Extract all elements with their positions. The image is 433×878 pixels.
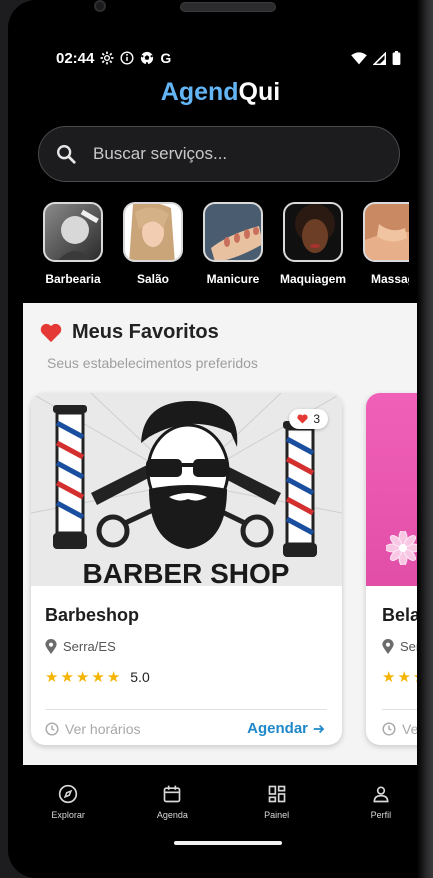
star-icon: ★	[106, 669, 121, 686]
card-banner-image: BARBER SHOP 3	[31, 393, 342, 586]
card-name: Bela	[382, 605, 421, 625]
category-label: Salão	[136, 272, 169, 286]
app-logo-part1: Agend	[160, 78, 239, 106]
book-label: Agendar	[247, 720, 308, 737]
info-status-icon	[120, 51, 134, 65]
card-name: Barbeshop	[45, 605, 140, 625]
wifi-icon	[351, 51, 367, 64]
category-carousel[interactable]: Barbearia Salão Manicure Maquiagem Massa	[42, 202, 409, 292]
nav-label: Painel	[264, 810, 290, 820]
battery-icon	[392, 51, 401, 65]
favorites-section: Meus Favoritos Seus estabelecimentos pre…	[23, 303, 425, 765]
calendar-icon	[164, 785, 181, 803]
settings-status-icon	[100, 51, 114, 65]
flower-icon	[386, 531, 420, 565]
nav-label: Agenda	[156, 810, 188, 820]
card-rating: ★ ★ ★ ★ ★ 5.0	[45, 668, 150, 686]
likes-count: 3	[313, 412, 320, 426]
card-location-text: Serra/ES	[63, 639, 116, 654]
category-manicure-image	[203, 202, 263, 262]
clock-icon	[45, 722, 59, 736]
app-logo: AgendQui	[8, 78, 433, 107]
category-salao[interactable]: Salão	[122, 202, 184, 292]
signal-icon	[373, 51, 386, 65]
home-indicator[interactable]	[174, 841, 282, 845]
star-icon: ★	[397, 669, 411, 686]
category-barbearia[interactable]: Barbearia	[42, 202, 104, 292]
soccer-ball-status-icon	[141, 51, 154, 65]
category-manicure[interactable]: Manicure	[202, 202, 264, 292]
app-logo-part2: Qui	[238, 78, 281, 106]
category-maquiagem[interactable]: Maquiagem	[280, 202, 347, 292]
star-icon: ★	[45, 669, 59, 686]
category-massagem-image	[363, 202, 409, 262]
star-icon: ★	[60, 669, 74, 686]
status-system-icons	[351, 51, 401, 65]
location-pin-icon	[382, 639, 394, 654]
category-label: Barbearia	[45, 272, 101, 286]
star-icon: ★	[91, 669, 105, 686]
view-hours-label: Ver horários	[65, 721, 141, 737]
search-icon	[57, 145, 76, 164]
phone-frame: 02:44 G AgendQui Buscar serviços... Barb…	[0, 0, 433, 878]
card-rating-value: 5.0	[130, 669, 150, 685]
search-input[interactable]	[93, 144, 363, 164]
nav-painel[interactable]: Painel	[225, 772, 329, 832]
compass-icon	[58, 784, 78, 804]
phone-side-edge	[417, 0, 433, 878]
heart-icon	[40, 323, 62, 342]
screen: 02:44 G AgendQui Buscar serviços... Barb…	[8, 0, 433, 878]
favorites-subtitle: Seus estabelecimentos preferidos	[47, 355, 258, 371]
category-label: Manicure	[206, 272, 260, 286]
google-status-icon: G	[160, 50, 172, 66]
card-banner-text: BARBER SHOP	[83, 558, 290, 586]
person-icon	[373, 786, 389, 803]
favorite-card-barbeshop[interactable]: BARBER SHOP 3 Barbeshop Serra/ES ★ ★ ★ ★…	[31, 393, 342, 745]
category-maquiagem-image	[283, 202, 343, 262]
search-bar[interactable]	[38, 126, 400, 182]
book-button[interactable]: Agendar	[247, 720, 326, 737]
likes-badge[interactable]: 3	[289, 409, 328, 429]
dashboard-icon	[268, 785, 285, 803]
status-time: 02:44	[56, 49, 95, 67]
location-pin-icon	[45, 639, 57, 654]
nav-explorar[interactable]: Explorar	[16, 772, 120, 832]
category-massagem[interactable]: Massag	[362, 202, 409, 292]
arrow-right-icon	[313, 724, 325, 733]
status-bar: 02:44 G	[56, 48, 401, 68]
category-label: Massag	[370, 272, 409, 286]
earpiece-speaker	[180, 2, 276, 12]
nav-label: Explorar	[51, 810, 85, 820]
front-camera	[94, 0, 106, 12]
category-barbearia-image	[43, 202, 103, 262]
category-salao-image	[123, 202, 183, 262]
favorites-title: Meus Favoritos	[72, 321, 219, 343]
nav-label: Perfil	[370, 810, 392, 820]
favorites-header: Meus Favoritos	[40, 321, 219, 344]
card-divider	[45, 709, 327, 710]
nav-agenda[interactable]: Agenda	[120, 772, 224, 832]
status-notification-icons: G	[100, 50, 171, 66]
heart-small-icon	[297, 414, 308, 424]
star-icon: ★	[382, 669, 396, 686]
view-hours-button[interactable]: Ver horários	[45, 721, 140, 737]
clock-icon	[382, 722, 396, 736]
category-label: Maquiagem	[280, 272, 347, 286]
card-location: Serra/ES	[45, 639, 116, 654]
star-icon: ★	[75, 669, 90, 686]
bottom-navigation: Explorar Agenda Painel Perfil	[16, 772, 433, 832]
